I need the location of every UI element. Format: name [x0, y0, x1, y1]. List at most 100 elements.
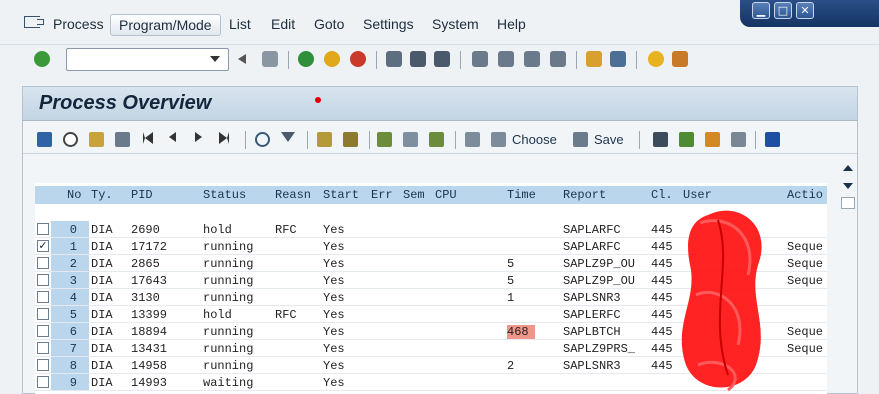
- col-client[interactable]: Cl.: [651, 188, 673, 202]
- menu-help[interactable]: Help: [495, 14, 528, 36]
- cell-start: Yes: [323, 308, 345, 322]
- row-checkbox[interactable]: [37, 257, 49, 269]
- edit-icon[interactable]: [705, 132, 720, 147]
- details-icon[interactable]: [115, 132, 130, 147]
- last-icon[interactable]: [219, 132, 229, 144]
- cell-pid: 17172: [131, 240, 168, 254]
- row-checkbox[interactable]: [37, 308, 49, 320]
- calculator-icon[interactable]: [731, 132, 746, 147]
- cell-ty: DIA: [91, 376, 113, 390]
- cell-no: 4: [69, 291, 77, 305]
- col-type[interactable]: Ty.: [91, 188, 113, 202]
- col-err[interactable]: Err: [371, 188, 393, 202]
- col-reason[interactable]: Reasn: [275, 188, 311, 202]
- toolbar-separator: [460, 51, 461, 69]
- copy-icon[interactable]: [679, 132, 694, 147]
- row-checkbox[interactable]: [37, 342, 49, 354]
- col-report[interactable]: Report: [563, 188, 606, 202]
- sort-ascending-icon[interactable]: [317, 132, 332, 147]
- scroll-up-icon[interactable]: [843, 165, 853, 171]
- cell-status: waiting: [203, 376, 254, 390]
- row-checkbox[interactable]: [37, 359, 49, 371]
- clock-icon[interactable]: [63, 132, 78, 147]
- scroll-thumb[interactable]: [841, 197, 855, 209]
- row-checkbox[interactable]: ✓: [37, 240, 49, 252]
- col-action[interactable]: Actio: [787, 188, 823, 202]
- expand-icon[interactable]: [377, 132, 392, 147]
- first-icon[interactable]: [143, 132, 153, 144]
- row-checkbox[interactable]: [37, 325, 49, 337]
- next-icon[interactable]: [195, 132, 202, 142]
- layout-icon[interactable]: [672, 51, 688, 67]
- cell-reasn: RFC: [275, 223, 297, 237]
- info-icon[interactable]: [765, 132, 780, 147]
- cell-start: Yes: [323, 376, 345, 390]
- scroll-down-icon[interactable]: [843, 183, 853, 189]
- previous-icon[interactable]: [169, 132, 176, 142]
- col-pid[interactable]: PID: [131, 188, 153, 202]
- command-history-dropdown-icon[interactable]: [210, 56, 220, 62]
- row-checkbox[interactable]: [37, 376, 49, 388]
- cell-start: Yes: [323, 257, 345, 271]
- col-cpu[interactable]: CPU: [435, 188, 457, 202]
- cell-report: SAPLSNR3: [563, 291, 621, 305]
- col-start[interactable]: Start: [323, 188, 359, 202]
- choose-button[interactable]: Choose: [512, 131, 557, 149]
- cancel-icon[interactable]: [350, 51, 366, 67]
- back-nav-icon[interactable]: [238, 54, 246, 64]
- refresh-icon[interactable]: [37, 132, 52, 147]
- cell-report: SAPLSNR3: [563, 359, 621, 373]
- cell-no: 1: [69, 240, 77, 254]
- col-user[interactable]: User: [683, 188, 712, 202]
- save-button[interactable]: Save: [594, 131, 624, 149]
- col-time[interactable]: Time: [507, 188, 536, 202]
- export-icon[interactable]: [429, 132, 444, 147]
- debug-icon[interactable]: [89, 132, 104, 147]
- menu-program-mode[interactable]: Program/Mode: [110, 14, 221, 36]
- print-icon[interactable]: [386, 51, 402, 67]
- last-page-icon[interactable]: [550, 51, 566, 67]
- menu-exit-icon[interactable]: [24, 16, 44, 28]
- menu-process[interactable]: Process: [51, 14, 106, 36]
- menu-settings[interactable]: Settings: [361, 14, 416, 36]
- filter-icon[interactable]: [281, 132, 295, 142]
- exit-icon[interactable]: [324, 51, 340, 67]
- help-icon[interactable]: [648, 51, 664, 67]
- collapse-icon[interactable]: [403, 132, 418, 147]
- row-checkbox[interactable]: [37, 223, 49, 235]
- find-icon[interactable]: [255, 132, 270, 147]
- command-field[interactable]: [66, 48, 229, 71]
- save-icon[interactable]: [262, 51, 278, 67]
- row-checkbox[interactable]: [37, 291, 49, 303]
- cell-pid: 14958: [131, 359, 168, 373]
- menu-list[interactable]: List: [227, 14, 253, 36]
- shortcut-icon[interactable]: [610, 51, 626, 67]
- cell-ty: DIA: [91, 223, 113, 237]
- new-session-icon[interactable]: [586, 51, 602, 67]
- menu-goto[interactable]: Goto: [312, 14, 346, 36]
- prev-page-icon[interactable]: [498, 51, 514, 67]
- choose-icon[interactable]: [491, 132, 506, 147]
- menu-system[interactable]: System: [430, 14, 481, 36]
- save-list-icon[interactable]: [573, 132, 588, 147]
- next-page-icon[interactable]: [524, 51, 540, 67]
- first-page-icon[interactable]: [472, 51, 488, 67]
- col-no[interactable]: No: [67, 188, 81, 202]
- cell-report: SAPLARFC: [563, 240, 621, 254]
- select-icon[interactable]: [465, 132, 480, 147]
- sort-descending-icon[interactable]: [343, 132, 358, 147]
- enter-icon[interactable]: [34, 51, 50, 67]
- cell-pid: 18894: [131, 325, 168, 339]
- cell-action: Seque: [787, 257, 824, 271]
- find-icon[interactable]: [410, 51, 426, 67]
- col-status[interactable]: Status: [203, 188, 246, 202]
- back-icon[interactable]: [298, 51, 314, 67]
- menu-edit[interactable]: Edit: [269, 14, 297, 36]
- find-next-icon[interactable]: [434, 51, 450, 67]
- col-sem[interactable]: Sem: [403, 188, 425, 202]
- row-checkbox[interactable]: [37, 274, 49, 286]
- delete-session-icon[interactable]: [653, 132, 668, 147]
- vertical-scrollbar[interactable]: [839, 159, 857, 394]
- cell-ty: DIA: [91, 257, 113, 271]
- cell-pid: 3130: [131, 291, 160, 305]
